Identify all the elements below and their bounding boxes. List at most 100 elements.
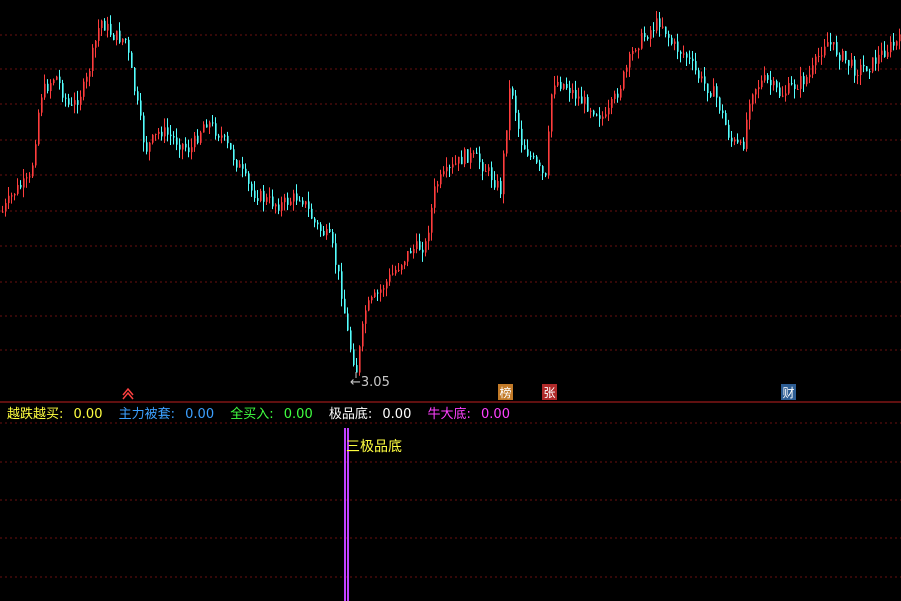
legend-item-2: 主力被套: 0.00 [119,407,225,422]
candle [314,217,316,228]
candle [68,93,70,108]
up-arrow-icon [122,387,134,400]
candle-body [341,271,343,299]
signal-marker: 榜 [498,384,513,400]
candle-body [479,153,481,163]
candle [206,119,208,128]
candle-body [758,87,760,90]
candle [167,118,169,142]
candle [851,52,853,68]
candle-body [818,56,820,58]
candle-body [524,145,526,150]
candle [629,51,631,78]
candle [836,35,838,57]
candle-body [140,100,142,116]
candle-body [230,143,232,150]
candle-body [569,87,571,94]
candle [236,159,238,172]
candle-body [854,59,856,76]
candle-body [134,67,136,92]
candle-body [857,75,859,77]
candle-body [716,86,718,98]
candle [272,189,274,210]
candle-body [329,229,331,233]
candle-body [119,30,121,43]
candle [452,157,454,174]
candle-body [677,41,679,52]
candle [380,284,382,302]
candle [602,111,604,126]
candle-body [887,52,889,57]
candle-body [8,195,10,204]
candle-body [743,141,745,149]
candle-body [56,76,58,80]
candle-body [827,42,829,47]
candle-body [62,83,64,98]
candle [488,164,490,177]
candle-body [650,30,652,39]
candle-body [71,104,73,106]
candle [641,28,643,50]
candle [173,131,175,145]
candle-body [482,162,484,172]
candle [347,307,349,332]
candle-body [206,124,208,128]
candle-body [176,137,178,145]
candle [365,305,367,334]
candle [527,139,529,157]
candle [467,149,469,163]
candle-body [185,143,187,148]
candle [833,41,835,51]
candle-body [35,144,37,166]
candle [377,289,379,301]
candle-body [257,198,259,201]
candle-body [434,186,436,208]
candle [542,165,544,181]
candle [521,120,523,153]
candle-body [266,197,268,202]
candle-body [866,66,868,72]
candle-body [92,47,94,71]
candle [74,92,76,114]
candle-body [164,127,166,137]
candle [311,203,313,220]
candle [818,47,820,63]
candle [308,191,310,218]
candle-body [791,83,793,85]
candle-body [323,230,325,236]
candle [791,76,793,86]
candle-body [782,95,784,97]
candle [32,162,34,179]
candle [440,169,442,189]
candle [434,178,436,214]
candle-body [794,84,796,89]
candle-body [377,292,379,294]
candle [95,39,97,58]
candle-body [83,81,85,97]
candle-body [290,201,292,205]
candle-body [500,180,502,195]
legend-item-5: 牛大底: 0.00 [428,407,516,422]
chart-grid [0,34,901,578]
candle-body [143,115,145,143]
candle-body [380,289,382,293]
candle [662,17,664,29]
candle-body [731,137,733,142]
candle-body [464,149,466,165]
candle-body [590,110,592,112]
candle-body [137,91,139,101]
candle-body [77,100,79,105]
candle-body [737,139,739,143]
candle [473,150,475,158]
candle-body [41,97,43,113]
candle-body [491,167,493,181]
candle [728,119,730,141]
candle [269,187,271,204]
candle [815,53,817,74]
candle [278,198,280,215]
candle [374,289,376,299]
candle-body [581,96,583,104]
candle-body [422,249,424,253]
candle [44,74,46,100]
candle-body [308,201,310,209]
